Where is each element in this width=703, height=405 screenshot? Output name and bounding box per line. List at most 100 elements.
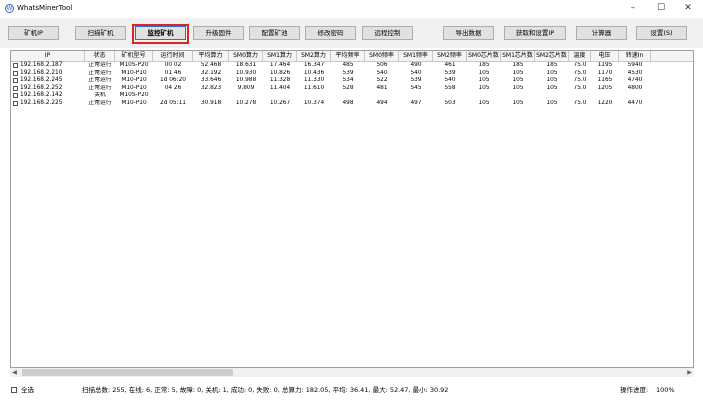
table-row[interactable]: 192.168.2.210 正常运行 M10-P10 01 46 32.192 10.93… — [11, 69, 693, 78]
table-cell: 498 — [342, 100, 354, 106]
table-cell: 4740 — [627, 77, 643, 84]
column-header[interactable]: SM2芯片数 — [535, 51, 569, 61]
export-data-button[interactable]: 导出数据 — [443, 26, 494, 40]
change-password-button[interactable]: 修改密码 — [305, 26, 356, 40]
table-cell: M10-P10 — [121, 69, 147, 76]
column-header[interactable]: 电压 — [591, 51, 619, 61]
table-row[interactable]: 192.168.2.142 关机 M10S-P20 — [11, 92, 693, 100]
row-checkbox[interactable] — [13, 63, 18, 68]
table-cell — [619, 92, 651, 100]
table-row[interactable]: 192.168.2.252 正常运行 M10-P10 04 26 32.823 9.809… — [11, 84, 693, 93]
table-cell: 30.918 — [200, 100, 222, 106]
table-cell: 1170 — [597, 69, 613, 76]
table-cell: 1d 06:20 — [160, 77, 186, 84]
scroll-left-icon[interactable]: ◀ — [10, 368, 19, 377]
table-cell: 105 — [512, 84, 524, 91]
table-cell: 1195 — [597, 62, 613, 68]
miner-ip-button[interactable]: 矿机IP — [8, 26, 59, 40]
column-header[interactable]: IP — [11, 51, 85, 61]
remote-control-button[interactable]: 远程控制 — [362, 26, 413, 40]
table-cell: 11.328 — [269, 77, 291, 84]
table-cell: 105 — [546, 77, 558, 84]
table-cell: 539 — [342, 69, 354, 76]
calculator-button[interactable]: 计算器 — [576, 26, 627, 40]
miner-table[interactable]: IP 状态 矿机型号 运行时间 平均算力 SM0算力 SM1算力 SM2算力 平均频率 SM0频率… — [10, 50, 694, 368]
table-cell: 17.464 — [269, 62, 291, 68]
row-checkbox[interactable] — [13, 70, 18, 76]
get-set-ip-button[interactable]: 获取和设置IP — [504, 26, 566, 40]
table-cell — [153, 92, 193, 100]
table-cell: 461 — [444, 62, 456, 68]
table-header: IP 状态 矿机型号 运行时间 平均算力 SM0算力 SM1算力 SM2算力 平均频率 SM0频率… — [11, 51, 693, 62]
table-cell: 1165 — [597, 77, 613, 84]
table-cell: 192.168.2.245 — [20, 77, 63, 84]
table-cell: 105 — [546, 69, 558, 76]
column-header[interactable]: 平均算力 — [193, 51, 229, 61]
configure-pool-button[interactable]: 配置矿池 — [249, 26, 300, 40]
upgrade-firmware-button[interactable]: 升级固件 — [193, 26, 244, 40]
table-cell: 52.468 — [200, 62, 222, 68]
row-checkbox[interactable] — [13, 93, 18, 99]
table-cell: M10S-P20 — [119, 92, 149, 99]
table-cell: 506 — [376, 62, 388, 68]
table-cell: 481 — [376, 84, 388, 91]
table-cell: 490 — [410, 62, 422, 68]
app-logo-icon: W — [5, 4, 14, 13]
scroll-thumb[interactable] — [22, 369, 233, 376]
table-cell: 00 02 — [164, 62, 182, 68]
table-cell: 75.0 — [573, 62, 587, 68]
table-cell: 10.930 — [235, 69, 257, 76]
table-cell — [365, 92, 399, 100]
row-checkbox[interactable] — [13, 101, 18, 106]
table-row[interactable]: 192.168.2.187 正常运行 M10S-P20 00 02 52.468 18.6… — [11, 62, 693, 70]
column-header[interactable]: SM2算力 — [297, 51, 331, 61]
column-header[interactable]: SM1频率 — [399, 51, 433, 61]
table-cell: 33.646 — [200, 77, 222, 84]
row-checkbox[interactable] — [13, 78, 18, 84]
table-cell: 105 — [478, 84, 490, 91]
scroll-right-icon[interactable]: ▶ — [685, 368, 694, 377]
table-cell: 105 — [546, 100, 558, 106]
settings-button[interactable]: 设置(S) — [636, 26, 687, 40]
maximize-button[interactable]: ☐ — [650, 3, 672, 14]
scan-miners-button[interactable]: 扫描矿机 — [75, 26, 126, 40]
table-cell: 192.168.2.210 — [20, 69, 63, 76]
column-header[interactable]: 平均频率 — [331, 51, 365, 61]
column-header[interactable]: 转速In — [619, 51, 651, 61]
minimize-button[interactable]: – — [622, 3, 644, 14]
select-all-checkbox[interactable] — [11, 387, 17, 393]
column-header[interactable]: 运行时间 — [153, 51, 193, 61]
column-header[interactable]: SM2频率 — [433, 51, 467, 61]
column-header[interactable]: SM0算力 — [229, 51, 263, 61]
column-header[interactable]: 状态 — [85, 51, 115, 61]
table-cell — [331, 92, 365, 100]
row-checkbox[interactable] — [13, 85, 18, 91]
column-header[interactable]: SM0频率 — [365, 51, 399, 61]
table-cell: 32.823 — [200, 84, 222, 91]
table-cell: M10S-P20 — [119, 62, 149, 68]
table-cell: 105 — [512, 100, 524, 106]
column-header[interactable]: SM0芯片数 — [467, 51, 501, 61]
column-header[interactable]: 温度 — [569, 51, 591, 61]
table-cell: 正常运行 — [88, 77, 112, 84]
highlight-frame — [132, 24, 189, 44]
table-cell: 4530 — [627, 69, 643, 76]
horizontal-scrollbar[interactable]: ◀ ▶ — [10, 368, 694, 377]
title-bar: W WhatsMinerTool – ☐ ✕ — [0, 0, 703, 18]
table-cell: 18.631 — [235, 62, 257, 68]
table-cell: 正常运行 — [88, 69, 112, 76]
column-header[interactable]: SM1芯片数 — [501, 51, 535, 61]
table-row[interactable]: 192.168.2.245 正常运行 M10-P10 1d 06:20 33.646 10… — [11, 77, 693, 85]
table-cell: 503 — [444, 100, 456, 106]
column-header[interactable]: SM1算力 — [263, 51, 297, 61]
column-header[interactable]: 矿机型号 — [115, 51, 153, 61]
table-row[interactable]: 192.168.2.225 正常运行 M10-P10 2d 05:11 30.918 10… — [11, 100, 693, 108]
window-title: WhatsMinerTool — [17, 4, 73, 12]
table-cell — [569, 92, 591, 100]
table-cell: 10.374 — [303, 100, 325, 106]
table-cell: 105 — [512, 69, 524, 76]
table-cell: 10.988 — [235, 77, 257, 84]
table-cell — [433, 92, 467, 100]
close-button[interactable]: ✕ — [677, 3, 699, 14]
table-cell: M10-P10 — [121, 84, 147, 91]
